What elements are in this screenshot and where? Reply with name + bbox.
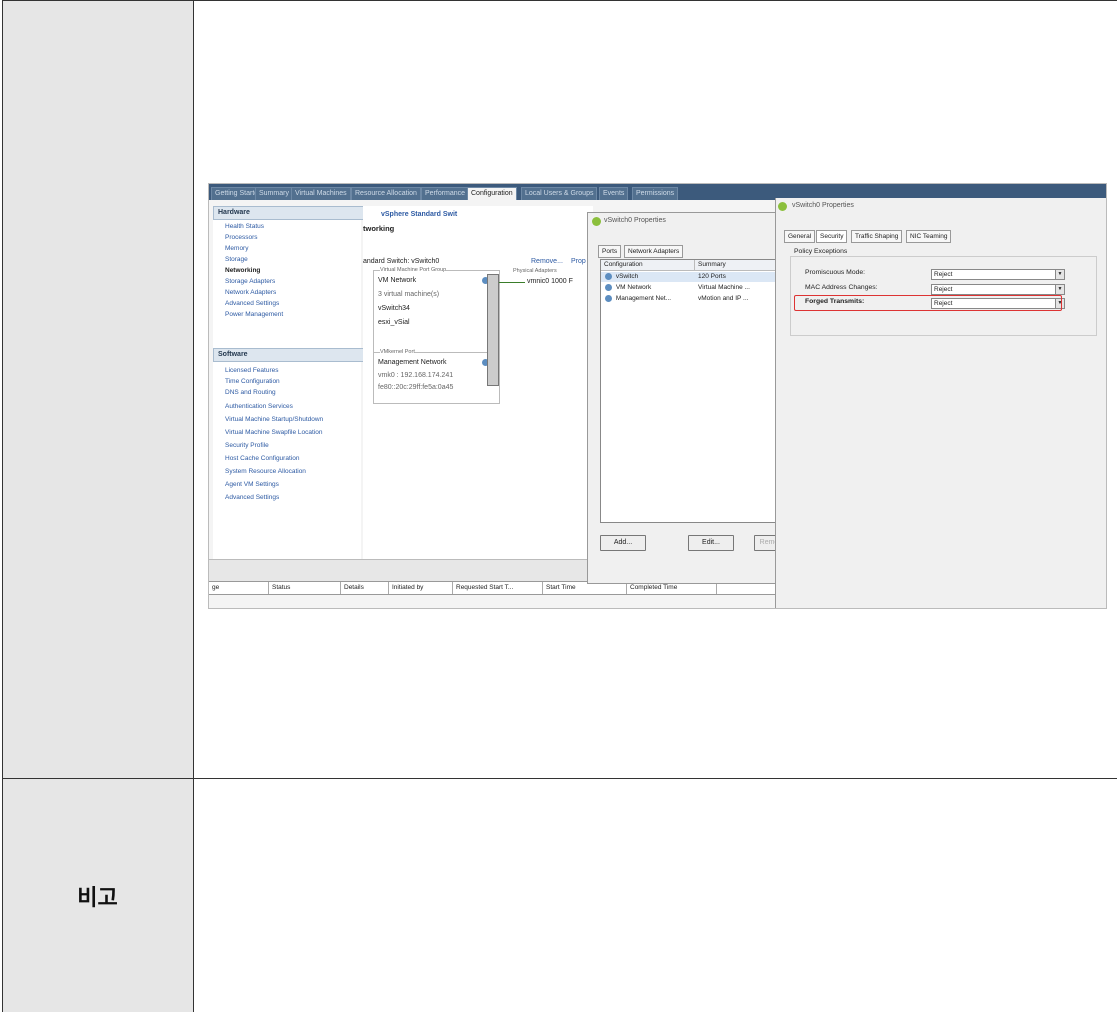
sidebar-item-dns-routing[interactable]: DNS and Routing (225, 388, 276, 397)
mgmt-ipv6: fe80::20c:29ff:fe5a:0a45 (378, 384, 454, 391)
row-name: vSwitch (615, 273, 639, 280)
mgmt-ip: vmk0 : 192.168.174.241 (378, 372, 454, 379)
row-name: VM Network (615, 284, 652, 291)
sidebar-item-advanced-settings[interactable]: Advanced Settings (225, 299, 279, 308)
vm-item-2: esxi_vSial (378, 319, 410, 326)
promiscuous-value: Reject (934, 271, 953, 278)
sidebar-item-storage-adapters[interactable]: Storage Adapters (225, 277, 275, 286)
task-col-name[interactable]: ge (209, 582, 269, 594)
tab-network-adapters[interactable]: Network Adapters (624, 245, 684, 258)
sidebar-item-networking[interactable]: Networking (225, 266, 260, 275)
sidebar-item-vm-startup[interactable]: Virtual Machine Startup/Shutdown (225, 415, 323, 424)
hardware-header: Hardware (213, 206, 367, 220)
dialog-title: vSwitch0 Properties (604, 217, 666, 224)
sidebar-item-resource-allocation[interactable]: System Resource Allocation (225, 467, 306, 476)
remove-link[interactable]: Remove... (531, 258, 563, 265)
edit-button[interactable]: Edit... (688, 535, 734, 551)
content-cell-bottom (194, 779, 1117, 1012)
vmkernel-header: VMkernel Port (380, 349, 415, 355)
chevron-down-icon: ▼ (1055, 285, 1064, 294)
config-sidebar: Hardware Health Status Processors Memory… (213, 206, 367, 576)
vsphere-screenshot: Getting Started Summary Virtual Machines… (208, 183, 1107, 609)
sidebar-item-time-configuration[interactable]: Time Configuration (225, 377, 280, 386)
highlight-box (794, 295, 1062, 311)
vswitch-properties-dialog: vSwitch0 Properties Ports Network Adapte… (587, 212, 784, 584)
remarks-label: 비고 (77, 885, 118, 911)
list-item[interactable]: vSwitch 120 Ports (601, 272, 777, 282)
vmkernel-row-icon (605, 294, 612, 302)
task-col-initiated[interactable]: Initiated by (389, 582, 453, 594)
vmkernel-port-group: VMkernel Port Management Network vmk0 : … (373, 349, 500, 404)
vm-item-1: vSwitch34 (378, 305, 410, 312)
vswitch-row-icon (605, 272, 612, 280)
networking-panel: vSphere Standard Swit tworking andard Sw… (363, 206, 593, 566)
sidebar-item-advanced-settings-sw[interactable]: Advanced Settings (225, 493, 279, 502)
tab-virtual-machines[interactable]: Virtual Machines (291, 187, 351, 200)
mgmt-network-label: Management Network (378, 359, 447, 366)
row-summary: 120 Ports (698, 273, 726, 280)
tab-performance[interactable]: Performance (421, 187, 470, 200)
tab-traffic-shaping[interactable]: Traffic Shaping (851, 230, 903, 243)
mac-changes-label: MAC Address Changes: (805, 284, 878, 291)
tab-ports[interactable]: Ports (598, 245, 622, 258)
promiscuous-label: Promiscuous Mode: (805, 269, 866, 276)
tab-local-users[interactable]: Local Users & Groups (521, 187, 598, 200)
vm-network-label: VM Network (378, 277, 417, 284)
row-summary: Virtual Machine ... (698, 284, 750, 291)
sidebar-item-licensed-features[interactable]: Licensed Features (225, 366, 278, 375)
vm-port-group: Virtual Machine Port Group VM Network 3 … (373, 267, 500, 354)
sidebar-item-agent-vm[interactable]: Agent VM Settings (225, 480, 279, 489)
label-cell-top (2, 0, 194, 778)
tab-permissions[interactable]: Permissions (632, 187, 679, 200)
col-configuration[interactable]: Configuration (601, 260, 695, 271)
mac-changes-select[interactable]: Reject ▼ (931, 284, 1065, 295)
vm-count: 3 virtual machine(s) (378, 291, 440, 298)
task-col-details[interactable]: Details (341, 582, 389, 594)
tab-security[interactable]: Security (816, 230, 848, 243)
sidebar-item-auth-services[interactable]: Authentication Services (225, 402, 293, 411)
col-summary[interactable]: Summary (695, 260, 779, 271)
add-button[interactable]: Add... (600, 535, 646, 551)
security-properties-dialog: vSwitch0 Properties General Security Tra… (775, 198, 1106, 608)
promiscuous-select[interactable]: Reject ▼ (931, 269, 1065, 280)
policy-exceptions-label: Policy Exceptions (794, 248, 848, 255)
ports-list: Configuration Summary vSwitch 120 Ports … (600, 259, 779, 523)
properties-link[interactable]: Prop (571, 258, 586, 265)
sidebar-item-memory[interactable]: Memory (225, 244, 248, 253)
physical-adapters-header: Physical Adapters (513, 268, 557, 274)
dialog-title: vSwitch0 Properties (792, 202, 854, 209)
sidebar-item-network-adapters[interactable]: Network Adapters (225, 288, 276, 297)
sidebar-item-processors[interactable]: Processors (225, 233, 258, 242)
sidebar-item-power-management[interactable]: Power Management (225, 310, 283, 319)
table-border-top (2, 0, 1117, 1)
sidebar-item-vm-swapfile[interactable]: Virtual Machine Swapfile Location (225, 428, 322, 437)
row-name: Management Net... (615, 295, 672, 302)
task-col-status[interactable]: Status (269, 582, 341, 594)
tab-general[interactable]: General (784, 230, 816, 243)
tab-resource-allocation[interactable]: Resource Allocation (351, 187, 421, 200)
vswitch-bar (487, 274, 499, 386)
chevron-down-icon: ▼ (1055, 270, 1064, 279)
sidebar-item-health-status[interactable]: Health Status (225, 222, 264, 231)
vm-port-group-header: Virtual Machine Port Group (380, 267, 447, 273)
uplink-line (499, 282, 525, 283)
mac-changes-value: Reject (934, 286, 953, 293)
list-item[interactable]: VM Network Virtual Machine ... (601, 283, 777, 293)
switch-label: andard Switch: vSwitch0 (363, 258, 440, 265)
physical-nic: vmnic0 1000 F (527, 278, 573, 285)
port-group-row-icon (605, 283, 612, 291)
networking-title: tworking (363, 224, 395, 233)
sidebar-item-security-profile[interactable]: Security Profile (225, 441, 269, 450)
row-summary: vMotion and IP ... (698, 295, 749, 302)
tab-nic-teaming[interactable]: NIC Teaming (906, 230, 952, 243)
tab-events[interactable]: Events (599, 187, 629, 200)
view-selector[interactable]: vSphere Standard Swit (381, 211, 457, 218)
sidebar-item-storage[interactable]: Storage (225, 255, 248, 264)
tab-summary[interactable]: Summary (255, 187, 293, 200)
list-item[interactable]: Management Net... vMotion and IP ... (601, 294, 777, 304)
sidebar-item-host-cache[interactable]: Host Cache Configuration (225, 454, 299, 463)
tab-configuration[interactable]: Configuration (467, 187, 517, 200)
software-header: Software (213, 348, 367, 362)
task-col-requested[interactable]: Requested Start T... (453, 582, 543, 594)
